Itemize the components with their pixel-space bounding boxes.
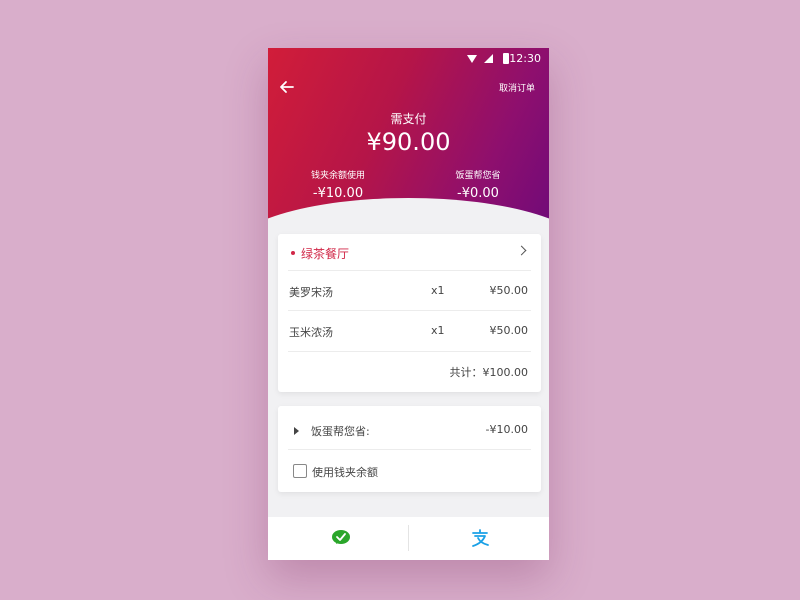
payment-bar bbox=[268, 517, 549, 560]
item-price: ¥50.00 bbox=[489, 284, 529, 297]
status-bar: 12:30 bbox=[268, 48, 549, 70]
use-wallet-label: 使用钱夹余额 bbox=[312, 466, 378, 479]
cancel-order-button[interactable]: 取消订单 bbox=[499, 81, 535, 94]
order-card: 绿茶餐厅 美罗宋汤 x1 ¥50.00 玉米浓汤 x1 ¥50.00 共计：¥1… bbox=[278, 234, 541, 392]
fandan-save-row-label: 饭蛋帮您省: bbox=[311, 425, 370, 438]
chevron-right-icon bbox=[516, 245, 527, 256]
fandan-save-label: 饭蛋帮您省 bbox=[455, 171, 501, 181]
order-item-row: 美罗宋汤 x1 ¥50.00 bbox=[278, 270, 541, 310]
fandan-save-row-value: -¥10.00 bbox=[485, 423, 528, 436]
status-time: 12:30 bbox=[509, 52, 541, 65]
restaurant-row[interactable]: 绿茶餐厅 bbox=[278, 234, 541, 270]
restaurant-name: 绿茶餐厅 bbox=[301, 247, 350, 261]
battery-icon bbox=[503, 53, 509, 64]
alipay-icon bbox=[472, 529, 489, 547]
expand-triangle-icon[interactable] bbox=[294, 427, 299, 435]
wechat-pay-icon bbox=[332, 530, 350, 544]
order-item-row: 玉米浓汤 x1 ¥50.00 bbox=[278, 310, 541, 350]
item-name: 玉米浓汤 bbox=[289, 326, 333, 339]
discount-card: 饭蛋帮您省: -¥10.00 使用钱夹余额 bbox=[278, 406, 541, 492]
wallet-used-label: 钱夹余额使用 bbox=[310, 171, 365, 181]
use-wallet-checkbox[interactable] bbox=[293, 464, 307, 478]
alipay-button[interactable] bbox=[409, 517, 549, 560]
wifi-icon bbox=[467, 55, 477, 63]
bullet-dot-icon bbox=[291, 251, 295, 255]
divider bbox=[288, 351, 531, 352]
divider bbox=[288, 449, 531, 450]
wechat-pay-button[interactable] bbox=[268, 517, 408, 560]
back-arrow-icon[interactable] bbox=[276, 76, 298, 98]
item-name: 美罗宋汤 bbox=[289, 286, 333, 299]
item-quantity: x1 bbox=[431, 324, 445, 337]
item-quantity: x1 bbox=[431, 284, 445, 297]
signal-icon bbox=[484, 54, 493, 63]
pay-title: 需支付 bbox=[390, 112, 427, 126]
order-total: 共计：¥100.00 bbox=[449, 366, 529, 379]
wallet-summary: 钱夹余额使用 -¥10.00 bbox=[268, 168, 408, 201]
item-price: ¥50.00 bbox=[489, 324, 529, 337]
fandan-summary: 饭蛋帮您省 -¥0.00 bbox=[408, 168, 548, 201]
phone-screen: 12:30 取消订单 需支付 ¥90.00 钱夹余额使用 -¥10.00 饭蛋帮… bbox=[268, 48, 549, 560]
pay-amount: ¥90.00 bbox=[366, 128, 451, 156]
